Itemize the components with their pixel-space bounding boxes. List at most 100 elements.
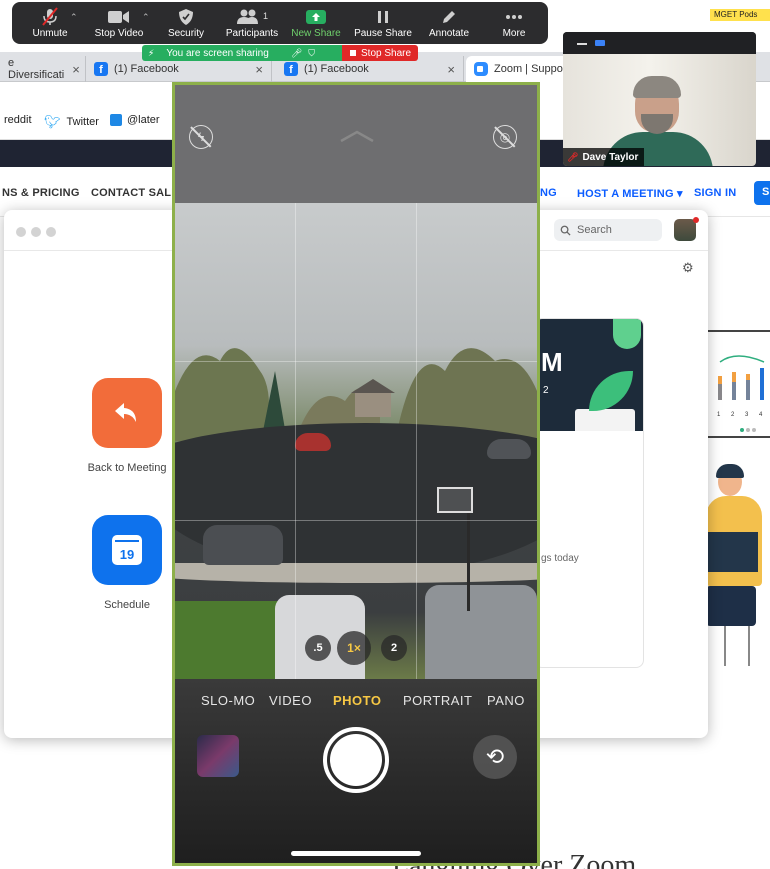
chevron-up-icon[interactable]: ⌃ [70,12,78,23]
mode-portrait[interactable]: PORTRAIT [403,693,473,708]
car-parked [203,525,283,565]
chevron-up-icon[interactable] [337,129,377,143]
participant-count: 1 [263,11,269,21]
facebook-icon: f [284,62,298,76]
shutter-button[interactable] [323,727,389,793]
new-share-label: New Share [291,28,341,39]
lightning-icon: ⚡︎ [148,47,155,58]
plant-leaf [613,319,641,349]
mode-slo-mo[interactable]: SLO-MO [201,693,255,708]
illustration-legs [706,586,756,626]
search-placeholder: Search [577,224,612,236]
pause-share-button[interactable]: Pause Share [352,6,414,42]
window-close-button[interactable] [16,227,26,237]
status-dot [693,217,699,223]
video-panel-bar [563,32,756,54]
avatar[interactable] [674,217,699,241]
illustration-hair [716,464,744,478]
basketball-pole [467,511,470,611]
no-meetings-text: gs today [541,553,579,564]
nav-sign-in[interactable]: SIGN IN [694,187,736,199]
tab-title: Zoom | Support [494,63,570,75]
banner-subtext: 2 [543,385,549,396]
flash-off-icon[interactable]: ϟ [189,125,213,149]
security-button[interactable]: Security [164,6,208,42]
mode-video[interactable]: VIDEO [269,693,312,708]
stop-video-button[interactable]: Stop Video [92,6,146,42]
grid-line [175,361,537,362]
car-silver [425,585,537,679]
live-photo-off-icon[interactable]: ◎ [493,125,517,149]
camera-top-bar: ϟ ◎ [175,85,537,203]
ellipsis-icon [505,6,523,28]
car-red [295,433,331,451]
calendar-icon: 19 [112,535,142,565]
chevron-up-icon[interactable]: ⌃ [142,12,150,23]
back-to-meeting-button[interactable] [92,378,162,448]
minimize-icon[interactable] [577,43,587,45]
unmute-label: Unmute [32,28,68,39]
car-gray [487,439,531,459]
basketball-hoop [437,487,473,513]
bookmark-label: reddit [4,114,32,126]
annotate-button[interactable]: Annotate [426,6,472,42]
photo-library-thumbnail[interactable] [197,735,239,777]
nav-host-meeting[interactable]: HOST A MEETING ▾ [577,187,683,200]
search-icon [560,225,571,236]
pause-share-label: Pause Share [354,28,412,39]
illustration-stool [724,626,750,666]
mode-pano[interactable]: PANO [487,693,525,708]
more-label: More [502,28,526,39]
svg-text:3: 3 [745,412,749,418]
shared-iphone-camera-screen: ϟ ◎ .5 1× 2 SLO-MO VIDEO PHOTO PORTRAIT … [172,82,540,866]
corner-label: MGET Pods [710,9,770,21]
bookmark-label: @later [127,114,160,126]
bookmark-reddit[interactable]: reddit [4,114,32,126]
gear-icon[interactable]: ⚙ [682,260,694,276]
nav-join-meeting[interactable]: NG [540,187,557,199]
window-zoom-button[interactable] [46,227,56,237]
close-icon[interactable]: × [439,62,455,77]
bookmark-later[interactable]: @later [110,114,160,126]
mic-muted-icon: 🎤︎ [567,151,579,162]
window-minimize-button[interactable] [31,227,41,237]
mode-photo[interactable]: PHOTO [333,693,382,708]
share-up-icon [306,6,326,28]
more-button[interactable]: More [498,6,530,42]
signup-button[interactable]: S [754,181,770,205]
participant-beard [641,114,673,134]
zoom-1x-button[interactable]: 1× [337,631,371,665]
zoom-0-5-button[interactable]: .5 [305,635,331,661]
close-icon[interactable]: × [247,62,263,77]
unmute-button[interactable]: Unmute [30,6,70,42]
close-icon[interactable]: × [64,62,80,77]
schedule-button[interactable]: 19 [92,515,162,585]
pause-icon [376,6,390,28]
search-input[interactable]: Search [554,219,662,241]
stop-share-button[interactable]: Stop Share [342,45,418,61]
schedule-label: Schedule [104,599,150,611]
participants-button[interactable]: Participants [222,6,282,42]
nav-plans-pricing[interactable]: NS & PRICING [2,187,80,199]
flip-camera-icon[interactable]: ⟲ [473,735,517,779]
caret-down-icon: ▾ [676,188,683,200]
camera-controls: SLO-MO VIDEO PHOTO PORTRAIT PANO ⟲ [175,679,537,863]
grid-line [295,203,296,679]
upcoming-meetings-card: M 2 gs today [534,318,644,668]
zoom-2x-button[interactable]: 2 [381,635,407,661]
camera-viewfinder[interactable]: .5 1× 2 [175,203,537,679]
participant-video-panel[interactable]: 🎤︎ Dave Taylor [563,32,756,166]
svg-text:2: 2 [731,412,735,418]
nav-host-meeting-label: HOST A MEETING [577,188,674,200]
tab-diversification[interactable]: e Diversificati × [0,56,86,82]
card-banner: M 2 [535,319,643,431]
view-icon[interactable] [595,40,605,46]
home-indicator[interactable] [291,851,421,856]
video-camera-icon [108,6,130,28]
bookmark-twitter[interactable]: 🐦︎ Twitter [44,114,99,130]
zoom-icon [474,62,488,76]
stop-square-icon [350,50,356,56]
plant-pot [575,409,635,431]
curb [175,563,537,583]
new-share-button[interactable]: New Share [290,6,342,42]
